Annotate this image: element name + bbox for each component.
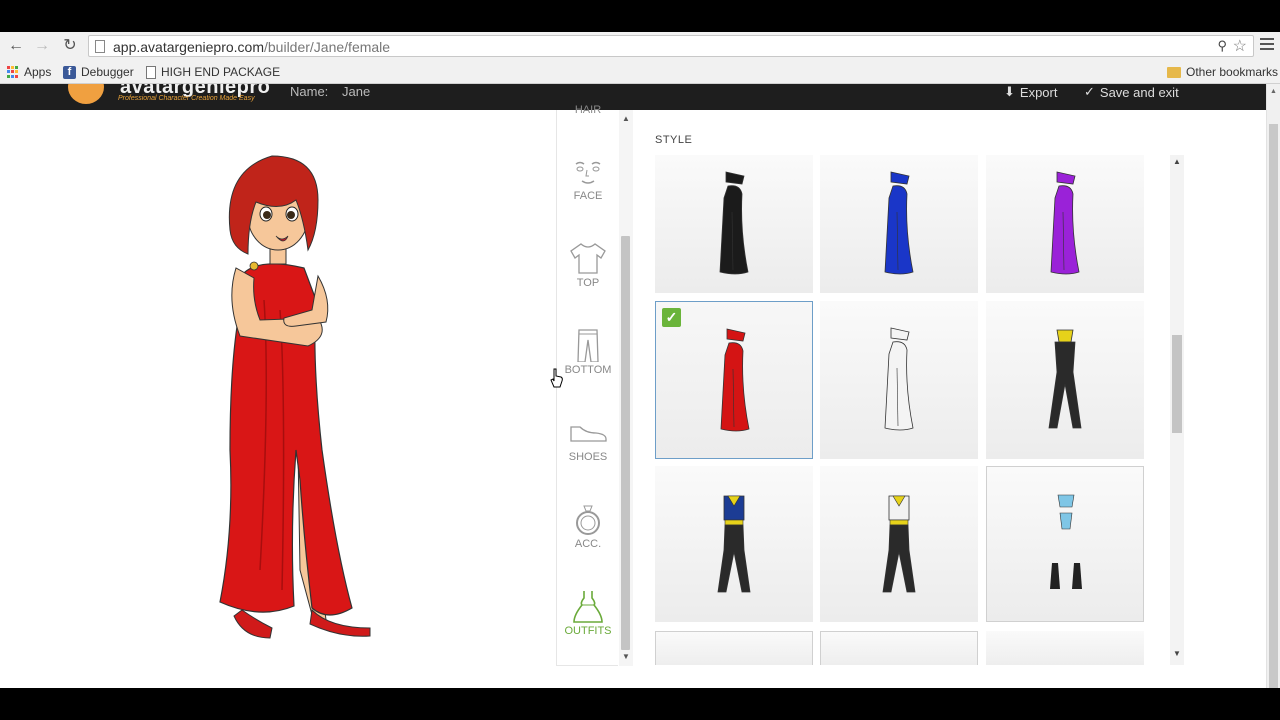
white-hero-outfit-figure [882,495,916,593]
builder-workspace: HAIR FACE TOP BOTTOM SHOES ACC. OUTFITS … [0,104,1266,688]
blue-gown-outfit-tile[interactable] [820,155,978,293]
white-hero-outfit-tile[interactable] [820,466,978,622]
scrollbar-thumb[interactable] [621,236,630,650]
export-button[interactable]: ⬇ Export [1004,84,1057,100]
bookmark-apps[interactable]: Apps [7,65,51,79]
browser-menu-icon[interactable] [1260,38,1274,52]
selected-check-icon: ✓ [662,308,681,327]
url-host: app.avatargeniepro.com [113,39,264,55]
black-catsuit-outfit-figure [1048,329,1082,429]
url-text: app.avatargeniepro.com/builder/Jane/fema… [113,39,390,55]
category-bottom[interactable]: BOTTOM [557,328,619,408]
facebook-icon: f [63,65,76,79]
blue-hero-outfit-tile[interactable] [655,466,813,622]
scrollbar-thumb[interactable] [1269,124,1278,704]
save-and-exit-button[interactable]: ✓ Save and exit [1084,84,1179,100]
category-acc[interactable]: ACC. [557,502,619,582]
blue-hero-outfit-figure [717,495,751,593]
address-bar[interactable]: app.avatargeniepro.com/builder/Jane/fema… [88,35,1254,57]
mouse-cursor-icon [550,368,564,393]
style-tile-partial[interactable] [820,631,978,665]
other-bookmarks[interactable]: Other bookmarks [1167,65,1278,79]
black-gown-outfit-tile[interactable] [655,155,813,293]
checkmark-icon: ✓ [1084,84,1095,99]
bookmarks-bar: Apps f Debugger HIGH END PACKAGE Other b… [0,60,1280,84]
category-shoes-label: SHOES [568,451,608,463]
white-gown-outfit-tile[interactable] [820,301,978,459]
style-scrollbar[interactable]: ▲ ▼ [1170,155,1184,665]
bottom-letterbox [0,688,1280,720]
scrollbar-thumb[interactable] [1172,335,1182,433]
reload-icon[interactable]: ↻ [59,36,81,56]
category-sidebar: HAIR FACE TOP BOTTOM SHOES ACC. OUTFITS [556,104,619,669]
category-bottom-label: BOTTOM [564,364,612,376]
black-catsuit-outfit-tile[interactable] [986,301,1144,459]
shoe-icon [570,426,607,442]
style-tile-partial[interactable] [986,631,1144,665]
style-grid: ✓ [655,155,1150,665]
category-hair[interactable]: HAIR [557,102,619,122]
light-blue-top-outfit-tile[interactable] [986,466,1144,622]
scroll-up-arrow-icon[interactable]: ▲ [1270,88,1277,95]
forward-arrow-icon[interactable]: → [31,36,53,56]
logo-tagline: Professional Character Creation Made Eas… [118,95,255,102]
style-panel-title: STYLE [655,134,693,146]
scroll-down-arrow-icon[interactable]: ▼ [1173,649,1181,658]
black-gown-outfit-figure [719,171,749,275]
key-icon[interactable]: ⚲ [1217,38,1227,54]
avatar-figure [219,155,371,639]
category-face[interactable]: FACE [557,154,619,234]
shirt-icon [570,243,606,274]
category-shoes[interactable]: SHOES [557,415,619,495]
face-icon [575,161,601,184]
app-header: avatargeniepro Professional Character Cr… [0,84,1266,110]
browser-chrome: ← → ↻ app.avatargeniepro.com/builder/Jan… [0,32,1280,84]
category-acc-label: ACC. [574,538,602,550]
url-path: /builder/Jane/female [264,39,391,55]
back-arrow-icon[interactable]: ← [5,36,27,56]
bookmark-debugger[interactable]: f Debugger [63,65,134,79]
page-scrollbar[interactable]: ▲ [1266,84,1280,704]
bookmark-apps-label: Apps [24,65,52,79]
scroll-up-arrow-icon[interactable]: ▲ [622,114,630,123]
page-icon [146,65,156,79]
category-hair-label: HAIR [574,104,602,116]
style-tile-partial[interactable] [655,631,813,665]
page-icon [95,40,105,53]
pants-icon [577,329,599,362]
export-label: Export [1019,84,1058,100]
bookmark-high-end-label: HIGH END PACKAGE [161,65,281,79]
apps-grid-icon [7,66,19,78]
blue-gown-outfit-figure [884,171,914,275]
download-icon: ⬇ [1004,84,1015,99]
browser-nav-row: ← → ↻ app.avatargeniepro.com/builder/Jan… [0,32,1280,60]
bookmark-debugger-label: Debugger [81,65,134,79]
ring-icon [576,505,600,535]
avatar-preview [200,150,390,650]
bookmark-high-end-package[interactable]: HIGH END PACKAGE [146,65,280,79]
category-outfits-label: OUTFITS [564,625,612,637]
scroll-up-arrow-icon[interactable]: ▲ [1173,157,1181,166]
red-gown-outfit-tile[interactable]: ✓ [655,301,813,459]
save-label: Save and exit [1099,84,1179,100]
other-bookmarks-label: Other bookmarks [1186,65,1279,79]
name-label: Name: [290,84,329,99]
white-gown-outfit-figure [884,327,914,431]
purple-gown-outfit-tile[interactable] [986,155,1144,293]
purple-gown-outfit-figure [1050,171,1080,275]
bookmark-star-icon[interactable]: ☆ [1233,36,1247,56]
category-scrollbar[interactable]: ▲ ▼ [619,110,633,666]
category-top[interactable]: TOP [557,241,619,321]
top-letterbox [0,0,1280,32]
light-blue-top-outfit-figure [1050,494,1082,589]
logo-mascot-icon[interactable] [68,84,104,104]
category-face-label: FACE [573,190,603,202]
dress-icon [573,591,603,623]
character-name[interactable]: Jane [342,84,370,99]
folder-icon [1167,66,1181,78]
category-top-label: TOP [576,277,600,289]
scroll-down-arrow-icon[interactable]: ▼ [622,652,630,661]
screen: ← → ↻ app.avatargeniepro.com/builder/Jan… [0,0,1280,720]
category-outfits[interactable]: OUTFITS [557,589,619,669]
